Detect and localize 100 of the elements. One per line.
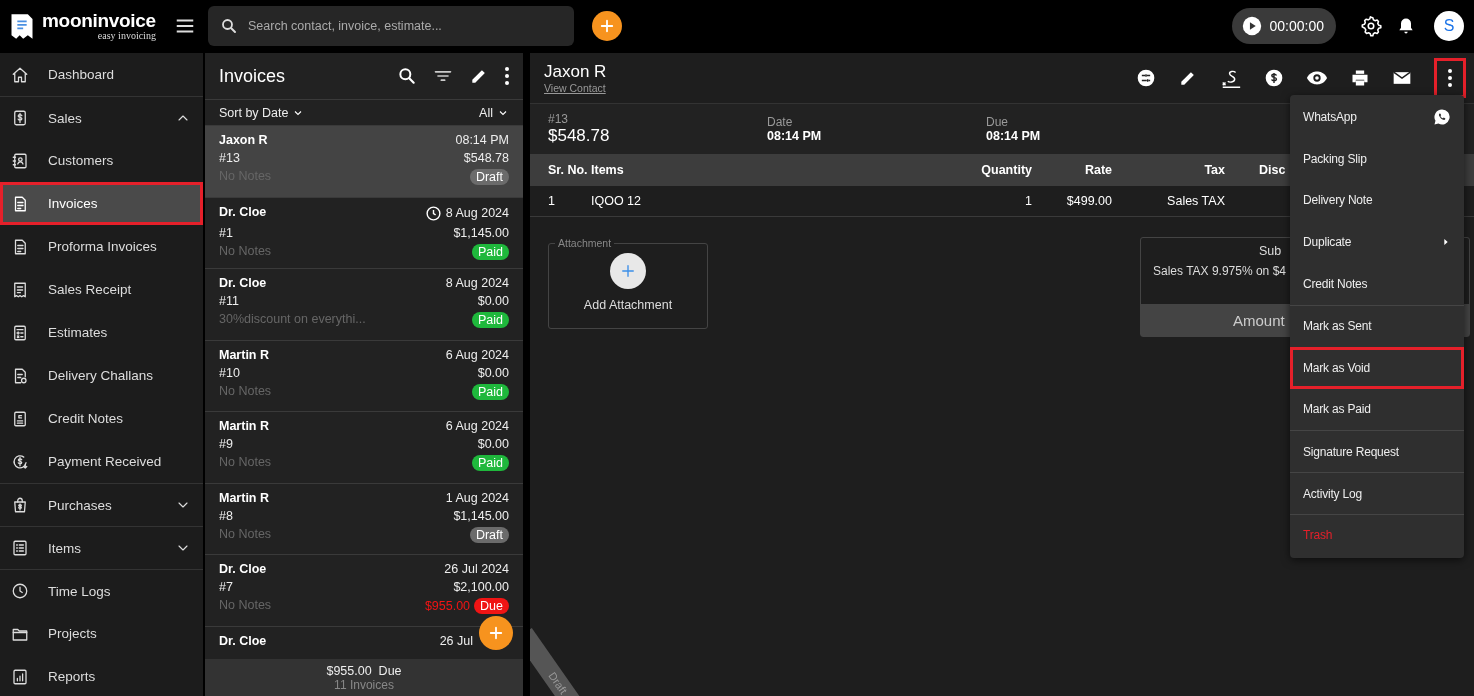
status-badge: Paid [471, 383, 509, 400]
table-cell-text: 1 [1024, 194, 1032, 208]
menu-item[interactable]: Mark as Paid [1290, 388, 1464, 431]
invoice-number: #13 [548, 112, 570, 126]
menu-item[interactable]: Credit Notes [1290, 263, 1464, 305]
table-cell-text: 1 [548, 194, 556, 208]
print-icon[interactable] [1350, 68, 1370, 88]
invoice-count: 11 Invoices [334, 678, 394, 692]
sidebar-item[interactable]: Delivery Challans [0, 354, 203, 397]
customer-name: Jaxon R [544, 62, 608, 82]
tune-icon[interactable] [1136, 68, 1156, 88]
sidebar-item[interactable]: Invoices [0, 182, 203, 225]
attachment-label: Attachment [557, 237, 613, 249]
invoice-date: 1 Aug 2024 [445, 490, 509, 505]
status-badge: Due [474, 598, 509, 614]
invoice-note: No Notes [219, 526, 273, 543]
invoice-date: 08:14 PM [455, 133, 509, 147]
invoice-note: 30%discount on everythi... [219, 312, 367, 328]
sidebar-item[interactable]: Sales Receipt [0, 268, 203, 311]
table-cell-text: $499.00 [1065, 194, 1112, 208]
plus-icon [598, 17, 616, 35]
search-icon [220, 17, 238, 35]
add-button[interactable] [592, 11, 622, 41]
invoice-date: 8 Aug 2024 [445, 206, 509, 220]
invoice-amount: $1,145.00 [453, 225, 509, 240]
tax-line: Sales TAX 9.975% on $4 [1152, 263, 1286, 278]
filter-dropdown[interactable]: All [479, 105, 509, 120]
invoice-row[interactable]: Martin R 1 Aug 2024 #8 $1,145.00 No Notes Draft [205, 483, 523, 555]
invoice-row[interactable]: Martin R 6 Aug 2024 #10 $0.00 No Notes Paid [205, 340, 523, 412]
menu-item[interactable]: Delivery Note [1290, 179, 1464, 222]
sidebar-item[interactable]: Reports [0, 655, 203, 696]
search-icon[interactable] [397, 66, 417, 86]
field-label: Date [767, 115, 794, 129]
customer-name: Martin R [219, 347, 270, 362]
sort-dropdown[interactable]: Sort by Date [219, 105, 305, 120]
invoice-row[interactable]: Dr. Cloe 8 Aug 2024 #11 $0.00 30%discount on everythi... Paid [205, 269, 523, 341]
status-badge: Paid [471, 455, 509, 471]
sidebar-item[interactable]: Customers [0, 139, 203, 182]
invoice-number: #11 [219, 294, 240, 308]
menu-item[interactable]: WhatsApp [1290, 96, 1464, 138]
sidebar-item[interactable]: Time Logs [0, 569, 203, 612]
add-attachment-label: Add Attachment [583, 298, 673, 312]
panel-title: Invoices [219, 65, 287, 87]
menu-item[interactable]: Mark as Sent [1290, 305, 1464, 347]
sidebar-item[interactable]: Sales [0, 96, 203, 139]
receipt-icon [11, 280, 29, 299]
search-field[interactable]: Search contact, invoice, estimate... [208, 6, 574, 46]
invoice-number: #13 [219, 151, 241, 165]
document-icon [11, 409, 29, 428]
more-icon[interactable] [505, 67, 509, 85]
amount-label: Amount [1233, 311, 1285, 329]
sidebar-item[interactable]: Dashboard [0, 53, 203, 96]
timer-button[interactable]: 00:00:00 [1231, 8, 1336, 44]
calculator-icon [11, 323, 29, 342]
settings-icon[interactable] [1360, 15, 1382, 37]
status-badge: Paid [471, 243, 509, 260]
invoice-row[interactable]: Dr. Cloe 8 Aug 2024 #1 $1,145.00 No Notes Paid [205, 197, 523, 269]
view-contact-link[interactable]: View Contact [544, 82, 606, 94]
add-attachment-button[interactable] [610, 253, 646, 289]
plus-icon [619, 262, 637, 280]
sidebar-item[interactable]: Purchases [0, 483, 203, 526]
more-button[interactable] [1434, 58, 1466, 98]
sidebar-item[interactable]: Payment Received [0, 440, 203, 483]
customer-name: Dr. Cloe [219, 562, 268, 576]
invoice-date: 26 Jul 2024 [444, 562, 509, 576]
invoice-row[interactable]: Martin R 6 Aug 2024 #9 $0.00 No Notes Paid [205, 412, 523, 484]
column-header: Disc [1258, 163, 1287, 177]
sidebar-item[interactable]: Proforma Invoices [0, 225, 203, 268]
invoice-amount: $548.78 [463, 151, 509, 165]
menu-item[interactable]: Mark as Void [1290, 346, 1464, 389]
invoice-number: #9 [219, 437, 234, 451]
invoice-number: #8 [219, 508, 234, 523]
list-icon [11, 539, 29, 557]
menu-item[interactable]: Packing Slip [1290, 137, 1464, 180]
menu-item[interactable]: Activity Log [1290, 472, 1464, 514]
customer-name: Jaxon R [219, 133, 269, 147]
sidebar-item[interactable]: Estimates [0, 311, 203, 354]
sidebar-item[interactable]: Credit Notes [0, 397, 203, 440]
dollar-circle-icon [11, 452, 29, 471]
sidebar-item[interactable]: Items [0, 526, 203, 569]
column-header: Items [591, 163, 625, 177]
menu-item[interactable]: Signature Request [1290, 430, 1464, 473]
plus-icon [487, 624, 505, 642]
avatar-button[interactable]: S [1434, 11, 1464, 41]
customer-name: Dr. Cloe [219, 204, 268, 221]
column-header: Rate [1083, 163, 1112, 177]
more-icon [1448, 69, 1452, 87]
invoice-date: 8 Aug 2024 [445, 276, 509, 290]
invoice-note: No Notes [219, 383, 273, 400]
menu-item[interactable]: Duplicate [1290, 221, 1464, 264]
add-button[interactable] [479, 616, 513, 650]
invoice-date: 26 Jul [439, 633, 473, 648]
field-label: Due [986, 115, 1009, 129]
invoice-note: No Notes [219, 455, 273, 471]
subtotal-label: Sub [1258, 243, 1282, 258]
table-cell-text: IQOO 12 [591, 194, 643, 208]
bar-chart-icon [11, 667, 29, 686]
dollar-circle-icon[interactable] [1264, 68, 1284, 88]
sidebar-item[interactable]: Projects [0, 612, 203, 655]
invoice-date: 6 Aug 2024 [445, 347, 509, 362]
